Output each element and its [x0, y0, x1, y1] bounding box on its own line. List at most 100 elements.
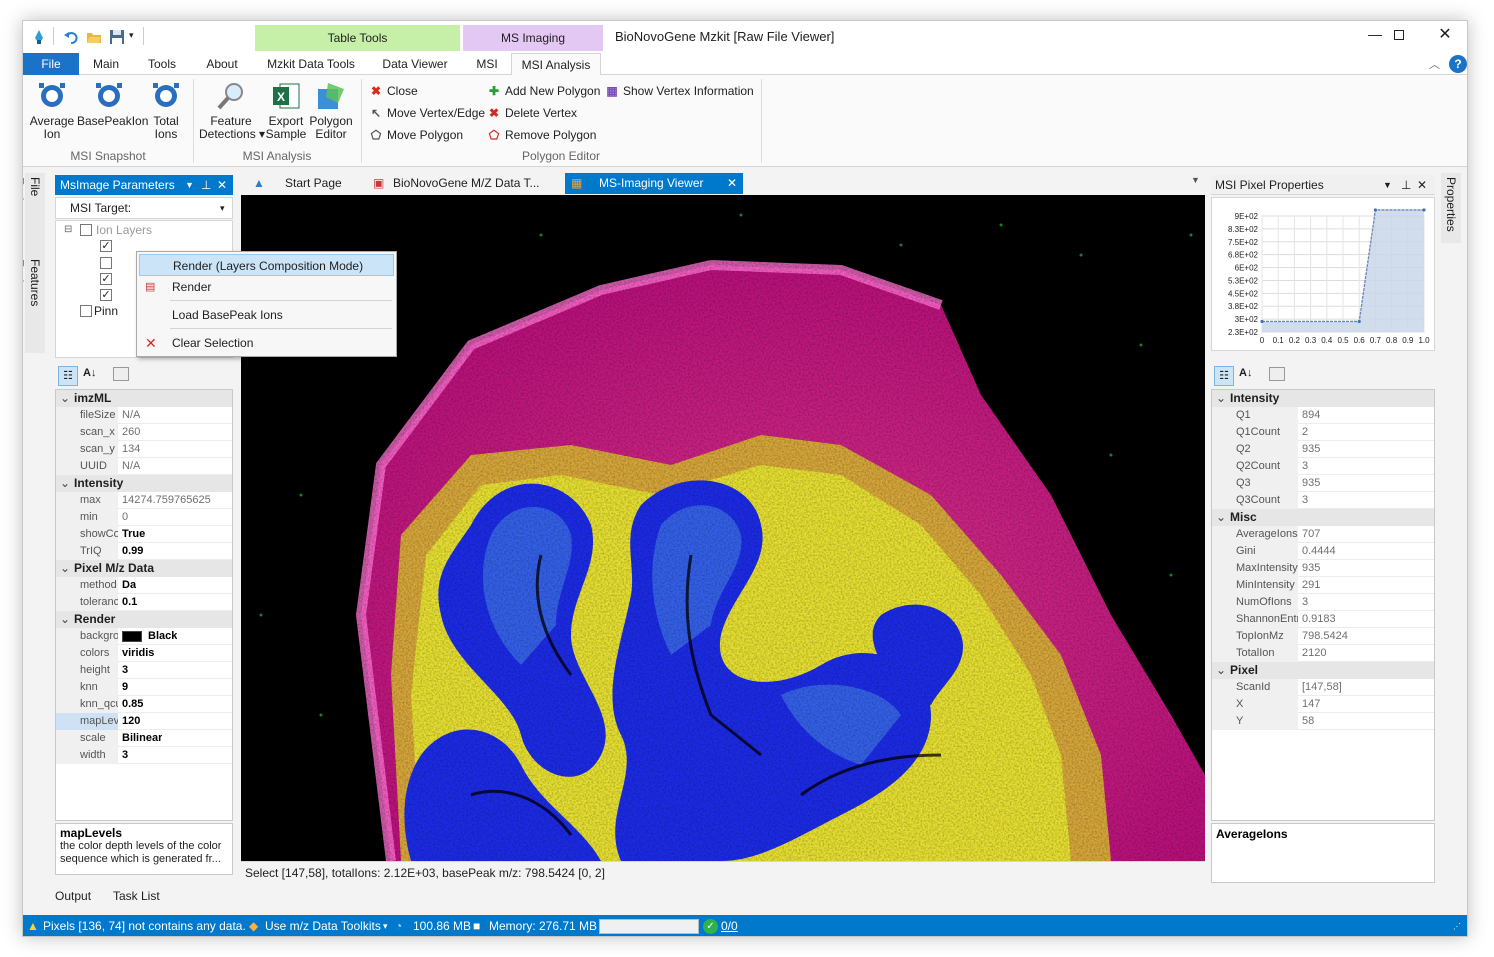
tab-file[interactable]: File	[23, 53, 79, 75]
sort-alpha-icon[interactable]: A↓	[1239, 367, 1252, 379]
grid-row[interactable]: scan_x 260	[56, 424, 232, 441]
tab-data-viewer[interactable]: Data Viewer	[373, 53, 457, 75]
menu-item-load-basepeak[interactable]: Load BasePeak Ions	[139, 304, 394, 326]
grid-row-value[interactable]: 935	[1302, 441, 1320, 458]
property-pages-icon[interactable]	[1269, 367, 1285, 381]
doc-tab-start-page[interactable]: ▲ Start Page	[249, 173, 365, 194]
grid-row[interactable]: height 3	[56, 662, 232, 679]
menu-item-clear-selection[interactable]: ✕ Clear Selection	[139, 332, 394, 354]
grid-row-value[interactable]: viridis	[122, 645, 154, 662]
grid-row[interactable]: background Black	[56, 628, 232, 645]
grid-row[interactable]: tolerance 0.1	[56, 594, 232, 611]
grid-row[interactable]: X 147	[1212, 696, 1434, 713]
grid-row[interactable]: Q2Count 3	[1212, 458, 1434, 475]
grid-row-value[interactable]: 935	[1302, 475, 1320, 492]
export-sample-button[interactable]: X Export Sample	[265, 81, 307, 141]
grid-row-value[interactable]: 3	[1302, 458, 1308, 475]
grid-row-value[interactable]: 2120	[1302, 645, 1326, 662]
layer-checkbox[interactable]: ✓	[100, 240, 112, 252]
grid-row-value[interactable]: 0.99	[122, 543, 143, 560]
layer-checkbox[interactable]	[100, 257, 112, 269]
basepeak-ion-button[interactable]: BasePeakIon	[77, 81, 148, 128]
tab-tools[interactable]: Tools	[139, 53, 185, 75]
close-polygon-button[interactable]: ✖ Close	[369, 81, 418, 101]
grid-row[interactable]: scan_y 134	[56, 441, 232, 458]
menu-item-render-layers[interactable]: Render (Layers Composition Mode)	[139, 254, 394, 276]
grid-row[interactable]: fileSize N/A	[56, 407, 232, 424]
grid-row[interactable]: MinIntensity 291	[1212, 577, 1434, 594]
side-tab-properties[interactable]: Properties	[1443, 177, 1459, 237]
grid-row-value[interactable]: 9	[122, 679, 128, 696]
grid-row-value[interactable]: Bilinear	[122, 730, 162, 747]
doc-tab-ms-imaging-viewer[interactable]: ▦ MS-Imaging Viewer ✕	[565, 173, 743, 194]
grid-row-value[interactable]: 707	[1302, 526, 1320, 543]
grid-row-value[interactable]: N/A	[122, 458, 140, 475]
grid-row[interactable]: showColorMapTrue	[56, 526, 232, 543]
grid-row[interactable]: Q1Count 2	[1212, 424, 1434, 441]
add-polygon-button[interactable]: ✚ Add New Polygon	[487, 81, 600, 101]
pinned-checkbox[interactable]	[80, 305, 92, 317]
panel-dropdown-icon[interactable]: ▼	[1383, 175, 1392, 195]
feature-detections-button[interactable]: Feature Detections ▾	[199, 81, 265, 141]
grid-row-value[interactable]: 14274.759765625	[122, 492, 211, 509]
grid-row-value[interactable]: 0.1	[122, 594, 137, 611]
grid-row[interactable]: TopIonMz 798.5424	[1212, 628, 1434, 645]
expand-toggle-icon[interactable]: ⌄	[1212, 390, 1230, 407]
tab-msi[interactable]: MSI	[465, 53, 509, 75]
grid-row-value[interactable]: 935	[1302, 560, 1320, 577]
msi-target-select[interactable]: MSI Target: ▾	[55, 197, 233, 219]
categorized-icon[interactable]: ☷	[1214, 366, 1234, 386]
customize-icon[interactable]: ▾	[129, 30, 134, 41]
tab-msi-analysis[interactable]: MSI Analysis	[511, 53, 601, 76]
tab-mzkit-data-tools[interactable]: Mzkit Data Tools	[259, 53, 363, 75]
expand-toggle-icon[interactable]: ⌄	[1212, 662, 1230, 679]
grid-category[interactable]: ⌄ Intensity	[56, 475, 232, 492]
pin-icon[interactable]: ⊥	[201, 175, 211, 195]
close-window-button[interactable]: ✕	[1433, 23, 1457, 47]
grid-row-value[interactable]: 894	[1302, 407, 1320, 424]
grid-row-value[interactable]: 0.9183	[1302, 611, 1336, 628]
minimize-button[interactable]: —	[1363, 23, 1387, 47]
grid-row-value[interactable]: Da	[122, 577, 136, 594]
expand-toggle-icon[interactable]: ⌄	[56, 475, 74, 492]
sort-alpha-icon[interactable]: A↓	[83, 367, 96, 379]
grid-row[interactable]: TrIQ 0.99	[56, 543, 232, 560]
chevron-down-icon[interactable]: ▾	[383, 915, 388, 936]
help-icon[interactable]: ?	[1449, 55, 1467, 73]
polygon-editor-button[interactable]: Polygon Editor	[309, 81, 353, 141]
grid-row-value[interactable]: 58	[1302, 713, 1314, 730]
grid-row[interactable]: min 0	[56, 509, 232, 526]
move-vertex-button[interactable]: ↖ Move Vertex/Edge	[369, 103, 485, 123]
tree-root-checkbox[interactable]	[80, 224, 92, 236]
grid-row[interactable]: AverageIons 707	[1212, 526, 1434, 543]
pin-icon[interactable]: ⊥	[1401, 175, 1411, 195]
categorized-icon[interactable]: ☷	[58, 366, 78, 386]
grid-row[interactable]: knn 9	[56, 679, 232, 696]
move-polygon-button[interactable]: ⬠ Move Polygon	[369, 125, 463, 145]
bottom-tab-task-list[interactable]: Task List	[113, 889, 160, 903]
total-ions-button[interactable]: Total Ions	[145, 81, 187, 141]
grid-row-value[interactable]: [147,58]	[1302, 679, 1342, 696]
grid-category[interactable]: ⌄ Misc	[1212, 509, 1434, 526]
grid-row-value[interactable]: 2	[1302, 424, 1308, 441]
grid-row[interactable]: Q2 935	[1212, 441, 1434, 458]
delete-vertex-button[interactable]: ✖ Delete Vertex	[487, 103, 577, 123]
grid-row-value[interactable]: 260	[122, 424, 140, 441]
grid-row[interactable]: Q3Count 3	[1212, 492, 1434, 509]
grid-row-value[interactable]: 120	[122, 713, 140, 730]
grid-category[interactable]: ⌄ Pixel M/z Data	[56, 560, 232, 577]
collapse-ribbon-icon[interactable]: ︿	[1429, 56, 1440, 72]
grid-row-value[interactable]: 798.5424	[1302, 628, 1348, 645]
grid-category[interactable]: ⌄ Intensity	[1212, 390, 1434, 407]
resize-grip-icon[interactable]: ⋰	[1453, 915, 1461, 936]
grid-row-value[interactable]: 147	[1302, 696, 1320, 713]
grid-row-value[interactable]: 3	[122, 747, 128, 764]
grid-row[interactable]: NumOfIons 3	[1212, 594, 1434, 611]
grid-row-value[interactable]: 3	[1302, 594, 1308, 611]
grid-row[interactable]: scale Bilinear	[56, 730, 232, 747]
grid-row-value[interactable]: 3	[1302, 492, 1308, 509]
grid-row[interactable]: knn_qcut0.85	[56, 696, 232, 713]
app-icon[interactable]	[31, 29, 47, 45]
grid-category[interactable]: ⌄ imzML	[56, 390, 232, 407]
grid-row-value[interactable]: 134	[122, 441, 140, 458]
